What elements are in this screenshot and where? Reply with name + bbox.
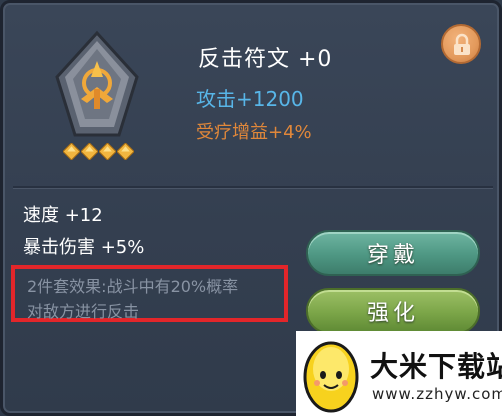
primary-stat: 攻击+1200 bbox=[196, 87, 304, 111]
attribute-speed: 速度 +12 bbox=[23, 205, 103, 226]
lock-icon bbox=[454, 33, 470, 55]
attribute-crit-damage: 暴击伤害 +5% bbox=[23, 237, 145, 258]
secondary-stat: 受疗增益+4% bbox=[196, 122, 312, 143]
star-rating bbox=[63, 143, 134, 160]
lock-button[interactable] bbox=[441, 24, 481, 64]
upgrade-button[interactable]: 强化 bbox=[306, 288, 480, 334]
set-effect-line1: 2件套效果:战斗中有20%概率 bbox=[27, 277, 239, 296]
section-divider bbox=[13, 186, 493, 189]
star-icon bbox=[99, 143, 116, 160]
set-effect-highlight: 2件套效果:战斗中有20%概率 对敌方进行反击 bbox=[11, 265, 288, 322]
watermark-url: www.zzhyw.com bbox=[372, 385, 502, 403]
set-effect-line2: 对敌方进行反击 bbox=[27, 302, 140, 321]
rune-icon bbox=[47, 27, 147, 147]
star-icon bbox=[63, 143, 80, 160]
watermark: 大米下载站 www.zzhyw.com bbox=[296, 331, 502, 416]
item-title: 反击符文 +0 bbox=[198, 47, 333, 72]
star-icon bbox=[117, 143, 134, 160]
star-icon bbox=[81, 143, 98, 160]
egg-mascot-icon bbox=[303, 341, 359, 413]
equip-button[interactable]: 穿戴 bbox=[306, 230, 480, 276]
watermark-title: 大米下载站 bbox=[370, 350, 502, 383]
